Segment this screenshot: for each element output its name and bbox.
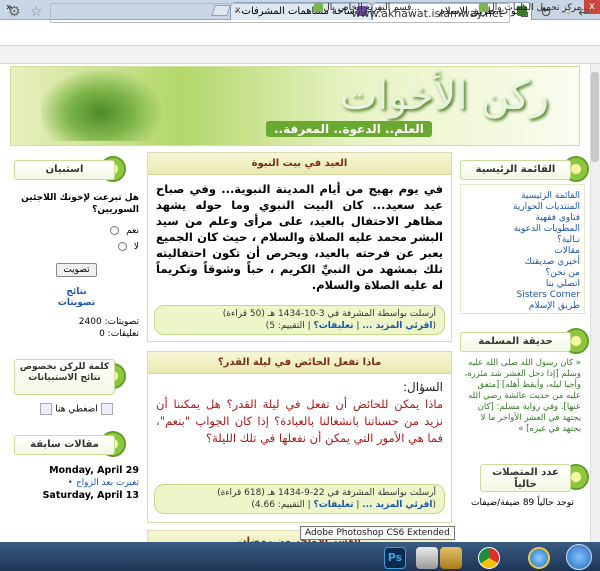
menu-item[interactable]: اتصلي بنا — [465, 279, 580, 290]
radio-no[interactable] — [117, 242, 127, 251]
poll-header: استبيان — [14, 156, 139, 182]
word-title: كلمة للركن بخصوص نتائج الاستبيانات — [14, 359, 115, 395]
site-slogan: العلم.. الدعوة.. المعرفة.. — [266, 121, 432, 137]
bookmark-label: مركز تحميل الملفات وال... — [488, 3, 590, 13]
menu-item[interactable]: القائمة الرئيسية — [465, 191, 580, 202]
option-label: نعم — [126, 226, 139, 236]
online-header: عدد المتصلات حالياً — [460, 462, 589, 492]
poll-title: استبيان — [14, 160, 115, 180]
poll-option-yes[interactable]: نعم — [14, 226, 139, 236]
menu-item[interactable]: المطويات الدعوية — [465, 224, 580, 235]
bookmarks-bar — [0, 46, 600, 64]
comments-count: تعليقات: 0 — [99, 329, 139, 339]
bookmark-icon — [479, 3, 489, 12]
menu-item[interactable]: فتاوى فقهية — [465, 213, 580, 224]
menu-list: القائمة الرئيسية المنتديات الحوارية فتاو… — [460, 184, 585, 314]
address-bar[interactable]: www.akhawat.islamway.net — [50, 3, 510, 23]
right-sidebar: القائمة الرئيسية القائمة الرئيسية المنتد… — [460, 156, 589, 508]
word-header: كلمة للركن بخصوص نتائج الاستبيانات — [14, 359, 139, 395]
click-here-link[interactable]: اضغطي هنا — [14, 403, 139, 415]
question-label: السؤال: — [403, 380, 443, 394]
article-title[interactable]: ماذا تفعل الحائض في ليلة القدر؟ — [148, 352, 451, 374]
menu-item[interactable]: طريق الإسلام — [465, 301, 580, 312]
bookmark-upload-center[interactable]: مركز تحميل الملفات وال... — [476, 3, 590, 13]
prev-link[interactable]: تغيرت بعد الزواج • — [14, 478, 139, 488]
bookmark-label: قسم التفريغ الخاص بال... — [323, 3, 420, 13]
garden-text: « كان رسول الله صلى الله عليه وسلم [إذا … — [464, 358, 581, 434]
rating: التقييم: 4.66 — [254, 500, 305, 510]
menu-item[interactable]: أخبري صديقتك — [465, 257, 580, 268]
bookmark-transcription[interactable]: قسم التفريغ الخاص بال... — [311, 3, 420, 13]
comments-link[interactable]: تعليقات؟ — [314, 500, 354, 510]
left-sidebar: استبيان هل تبرعت لإخوتك اللاجئين السوريي… — [14, 156, 139, 501]
menu-item[interactable]: Sisters Corner — [465, 290, 581, 301]
read-more-link[interactable]: اقرئي المزيد ... — [362, 500, 432, 510]
votes-count: تصويتات: 2400 — [78, 317, 139, 327]
image-icon — [100, 403, 113, 415]
prev-link-label: تغيرت بعد الزواج — [75, 478, 139, 488]
menu-item[interactable]: نـالية؟ — [465, 235, 580, 246]
garden-title: حديقة المسلمة — [460, 332, 571, 352]
article-menstruating: ماذا تفعل الحائض في ليلة القدر؟ السؤال: … — [147, 351, 452, 523]
monitor-icon[interactable] — [416, 547, 438, 569]
star-icon[interactable]: ☆ — [30, 4, 43, 20]
taskbar-tooltip: Adobe Photoshop CS6 Extended — [300, 526, 455, 540]
article-title[interactable]: العيد في بيت النبوة — [148, 153, 451, 175]
article-meta: أرسلت بواسطة المشرفة في 3-10-1434 هـ (50… — [154, 305, 445, 335]
prev-date: Saturday, April 13 — [42, 490, 139, 501]
menu-item[interactable]: من نحن؟ — [465, 268, 580, 279]
article-body: في يوم بهيج من أيام المدينة النبوية... و… — [156, 182, 443, 292]
poll-question: هل تبرعت لإخوتك اللاجئين السوريين؟ — [21, 193, 139, 215]
toolbar — [0, 20, 600, 46]
scrollbar-thumb[interactable] — [591, 72, 599, 162]
chrome-icon[interactable] — [478, 547, 500, 569]
internet-explorer-icon[interactable] — [528, 547, 550, 569]
comments-link[interactable]: تعليقات؟ — [314, 321, 354, 331]
image-icon — [40, 403, 53, 415]
prev-date: Monday, April 29 — [49, 465, 139, 476]
prev-header: مقالات سابقة — [14, 431, 139, 457]
site-logo: ركن الأخوات — [339, 73, 549, 119]
meta-text: أرسلت بواسطة المشرفة في 3-10-1434 هـ (50… — [222, 309, 436, 319]
menu-header: القائمة الرئيسية — [460, 156, 589, 182]
banner-image — [41, 71, 161, 141]
prev-title: مقالات سابقة — [14, 435, 115, 455]
menu-title: القائمة الرئيسية — [460, 160, 571, 180]
menu-item[interactable]: المنتديات الحوارية — [465, 202, 580, 213]
poll-results-link[interactable]: نتائج تصويتات — [47, 287, 107, 309]
bookmark-icon — [314, 3, 324, 12]
folder-icon[interactable] — [440, 547, 462, 569]
garden-header: حديقة المسلمة — [460, 328, 589, 354]
start-button[interactable] — [566, 544, 592, 570]
meta-text: أرسلت بواسطة المشرفة في 22-9-1434 هـ (61… — [217, 488, 436, 498]
taskbar — [0, 542, 600, 571]
chevron-double-icon[interactable]: » — [6, 2, 12, 13]
rating: التقييم: 5 — [269, 321, 305, 331]
menu-item[interactable]: مقالات — [465, 246, 580, 257]
vote-button[interactable]: تصويت — [56, 263, 97, 277]
photoshop-icon[interactable]: Ps — [384, 547, 406, 569]
site-banner: ركن الأخوات العلم.. الدعوة.. المعرفة.. — [10, 66, 580, 146]
web-page: ركن الأخوات العلم.. الدعوة.. المعرفة.. ا… — [0, 64, 590, 542]
click-here-label: اضغطي هنا — [55, 404, 98, 415]
radio-yes[interactable] — [110, 226, 120, 235]
online-title: عدد المتصلات حالياً — [480, 464, 571, 492]
article-eid: العيد في بيت النبوة في يوم بهيج من أيام … — [147, 152, 452, 342]
option-label: لا — [133, 242, 139, 252]
read-more-link[interactable]: اقرئي المزيد ... — [362, 321, 432, 331]
poll-option-no[interactable]: لا — [14, 242, 139, 252]
article-body: ماذا يمكن للحائض أن تفعل في ليلة القدر؟ … — [156, 397, 443, 445]
article-meta: أرسلت بواسطة المشرفة في 22-9-1434 هـ (61… — [154, 484, 445, 514]
online-count: توجد حالياً 89 ضيفة/ضيفات — [471, 498, 574, 508]
